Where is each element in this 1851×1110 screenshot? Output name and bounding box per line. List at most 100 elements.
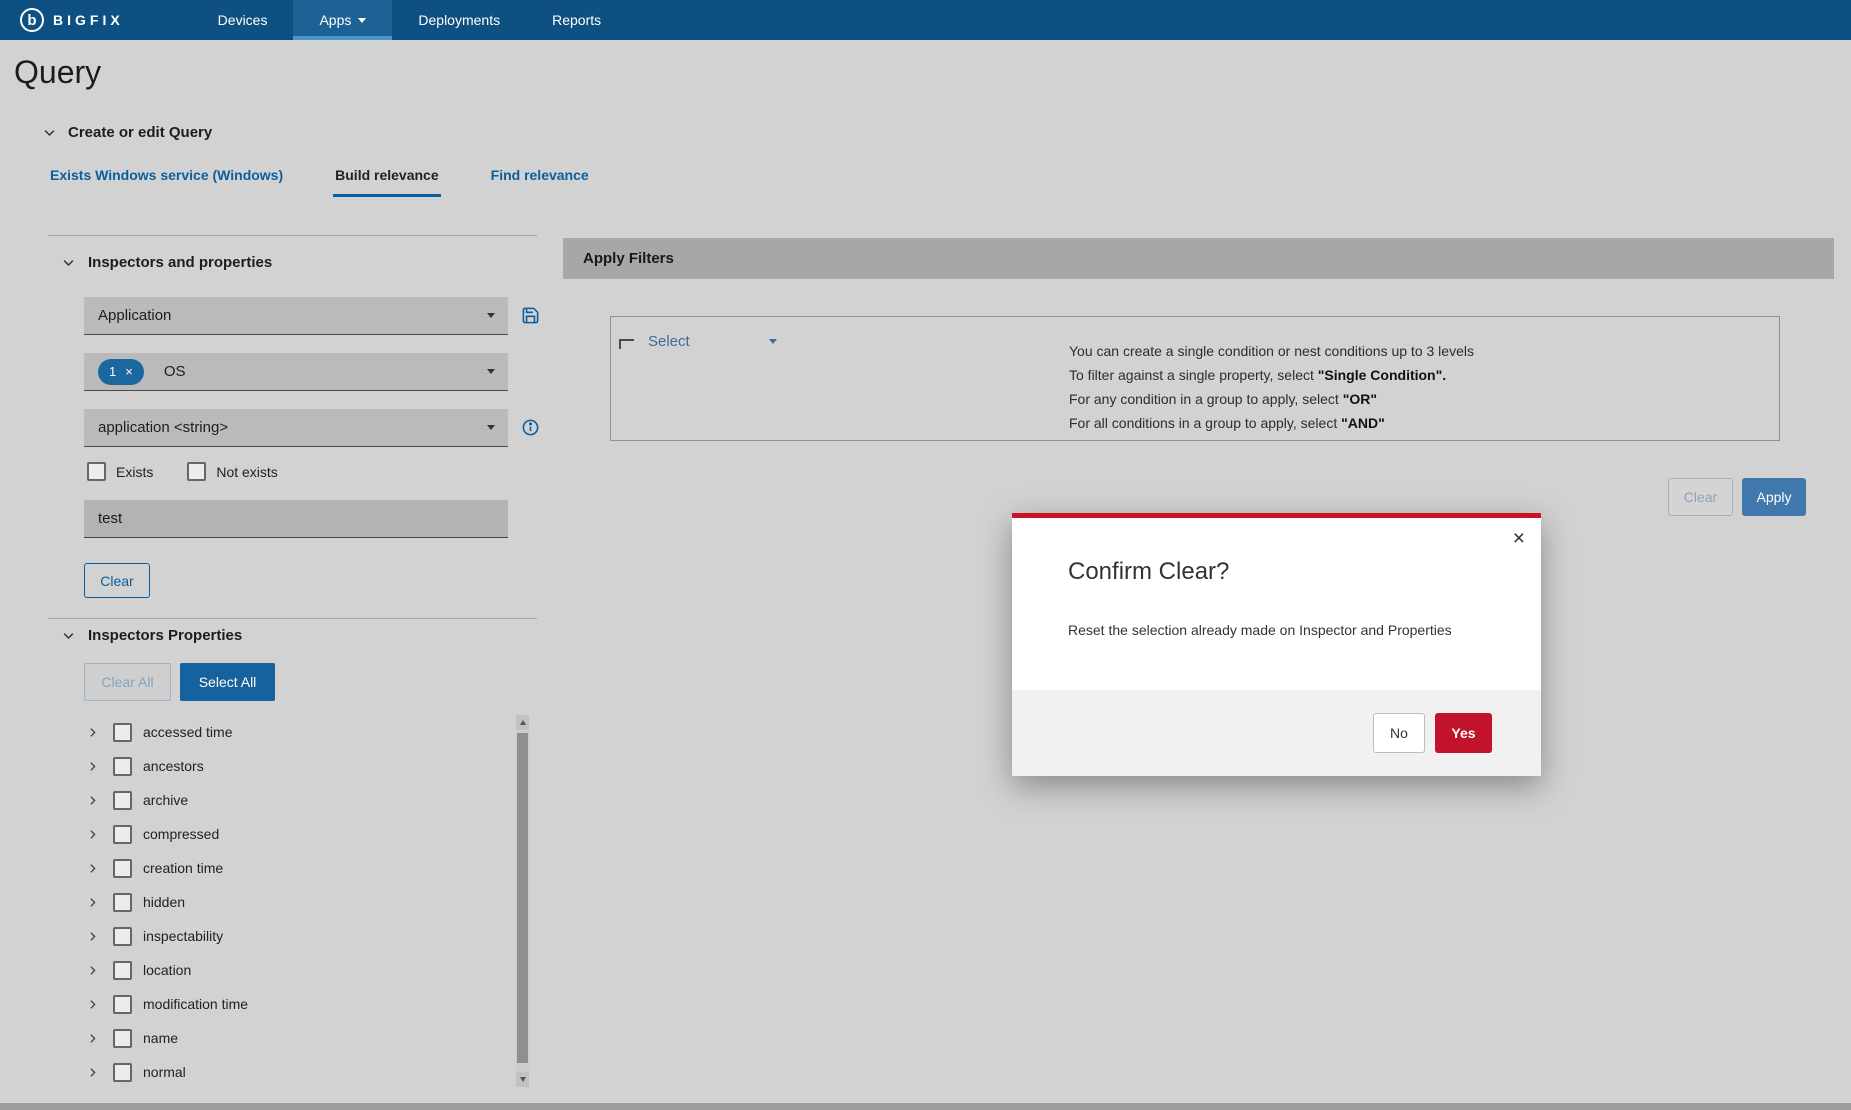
yes-button[interactable]: Yes <box>1435 713 1492 753</box>
property-row: normal <box>48 1055 514 1089</box>
scrollbar-up-arrow[interactable] <box>516 715 529 730</box>
exists-checkbox[interactable] <box>87 462 106 481</box>
property-checkbox[interactable] <box>113 791 132 810</box>
property-dropdown[interactable]: application <string> <box>84 409 508 447</box>
nav-items: Devices Apps Deployments Reports <box>192 0 627 40</box>
property-row: compressed <box>48 817 514 851</box>
os-dropdown[interactable]: 1 × OS <box>84 353 508 391</box>
property-label: compressed <box>143 826 219 842</box>
property-checkbox[interactable] <box>113 1063 132 1082</box>
property-label: creation time <box>143 860 223 876</box>
save-query-icon[interactable] <box>520 306 540 326</box>
help-line: To filter against a single property, sel… <box>1069 363 1474 387</box>
dialog-title: Confirm Clear? <box>1068 558 1229 586</box>
bigfix-query-screen: b BIGFIX Devices Apps Deployments Report… <box>0 0 1851 1110</box>
property-row: inspectability <box>48 919 514 953</box>
create-or-edit-query-section[interactable]: Create or edit Query <box>42 124 212 141</box>
value-input[interactable] <box>84 500 508 538</box>
property-label: archive <box>143 792 188 808</box>
chevron-down-icon <box>42 125 57 140</box>
bottom-edge-strip <box>0 1103 1851 1110</box>
top-nav: b BIGFIX Devices Apps Deployments Report… <box>0 0 1851 40</box>
badge-count: 1 <box>109 364 116 379</box>
inspector-dropdown-value: Application <box>98 307 171 324</box>
chevron-right-icon[interactable] <box>86 1066 99 1079</box>
tab-exists-windows-service[interactable]: Exists Windows service (Windows) <box>48 167 285 197</box>
close-icon[interactable]: × <box>1513 528 1525 549</box>
chevron-right-icon[interactable] <box>86 862 99 875</box>
property-checkbox[interactable] <box>113 961 132 980</box>
property-checkbox[interactable] <box>113 825 132 844</box>
property-label: modification time <box>143 996 248 1012</box>
chevron-right-icon[interactable] <box>86 998 99 1011</box>
nav-item-apps[interactable]: Apps <box>293 0 392 40</box>
bigfix-logo-icon: b <box>20 8 44 32</box>
nav-item-deployments[interactable]: Deployments <box>392 0 526 40</box>
property-checkbox[interactable] <box>113 1029 132 1048</box>
help-line: For all conditions in a group to apply, … <box>1069 411 1474 435</box>
condition-select-dropdown[interactable]: Select <box>641 326 786 356</box>
clear-inspectors-button[interactable]: Clear <box>84 563 150 598</box>
property-row: name <box>48 1021 514 1055</box>
scrollbar-down-arrow[interactable] <box>516 1072 529 1087</box>
select-all-button[interactable]: Select All <box>180 663 275 701</box>
property-dropdown-value: application <string> <box>98 419 228 436</box>
nav-item-devices[interactable]: Devices <box>192 0 294 40</box>
chevron-right-icon[interactable] <box>86 896 99 909</box>
property-label: location <box>143 962 191 978</box>
property-checkbox[interactable] <box>113 757 132 776</box>
chevron-right-icon[interactable] <box>86 964 99 977</box>
property-row: hidden <box>48 885 514 919</box>
brand-name: BIGFIX <box>53 12 124 28</box>
property-checkbox[interactable] <box>113 723 132 742</box>
help-line: You can create a single condition or nes… <box>1069 339 1474 363</box>
apply-filters-header: Apply Filters <box>563 238 1834 279</box>
inspector-dropdown[interactable]: Application <box>84 297 508 335</box>
inspectors-column: Inspectors and properties Application 1 … <box>48 235 540 1097</box>
section-title: Create or edit Query <box>68 124 212 141</box>
section-title: Inspectors Properties <box>88 627 242 644</box>
section-title: Inspectors and properties <box>88 254 272 271</box>
nav-item-apps-label: Apps <box>319 12 351 28</box>
filters-clear-button[interactable]: Clear <box>1668 478 1733 516</box>
chevron-down-icon <box>61 628 76 643</box>
inspectors-properties-list-section[interactable]: Inspectors Properties <box>61 627 242 644</box>
caret-down-icon <box>769 339 777 344</box>
chevron-right-icon[interactable] <box>86 726 99 739</box>
no-button[interactable]: No <box>1373 713 1425 753</box>
property-checkbox[interactable] <box>113 859 132 878</box>
not-exists-label: Not exists <box>216 464 277 480</box>
property-checkbox[interactable] <box>113 927 132 946</box>
property-label: ancestors <box>143 758 204 774</box>
remove-filter-icon[interactable]: × <box>125 364 133 379</box>
help-line: For any condition in a group to apply, s… <box>1069 387 1474 411</box>
scrollbar-thumb[interactable] <box>517 733 528 1063</box>
vertical-scrollbar[interactable] <box>516 715 529 1087</box>
property-label: hidden <box>143 894 185 910</box>
chevron-right-icon[interactable] <box>86 828 99 841</box>
chevron-right-icon[interactable] <box>86 760 99 773</box>
exists-label: Exists <box>116 464 153 480</box>
caret-down-icon <box>487 313 495 318</box>
tab-find-relevance[interactable]: Find relevance <box>489 167 591 197</box>
property-checkbox[interactable] <box>113 995 132 1014</box>
chevron-right-icon[interactable] <box>86 1032 99 1045</box>
property-checkbox[interactable] <box>113 893 132 912</box>
exists-options-row: Exists Not exists <box>87 462 278 481</box>
nav-item-reports[interactable]: Reports <box>526 0 627 40</box>
info-icon[interactable] <box>520 418 540 438</box>
clear-all-button[interactable]: Clear All <box>84 663 171 701</box>
brand: b BIGFIX <box>0 0 144 40</box>
condition-select-value: Select <box>648 333 690 350</box>
not-exists-checkbox[interactable] <box>187 462 206 481</box>
tree-connector-icon <box>619 339 634 349</box>
chevron-right-icon[interactable] <box>86 930 99 943</box>
chevron-down-icon <box>61 255 76 270</box>
inspectors-properties-section[interactable]: Inspectors and properties <box>61 254 272 271</box>
dialog-message: Reset the selection already made on Insp… <box>1068 622 1452 638</box>
tab-build-relevance[interactable]: Build relevance <box>333 167 441 197</box>
apply-filters-title: Apply Filters <box>583 250 674 267</box>
filters-apply-button[interactable]: Apply <box>1742 478 1806 516</box>
chevron-right-icon[interactable] <box>86 794 99 807</box>
query-tabs: Exists Windows service (Windows) Build r… <box>48 167 591 197</box>
